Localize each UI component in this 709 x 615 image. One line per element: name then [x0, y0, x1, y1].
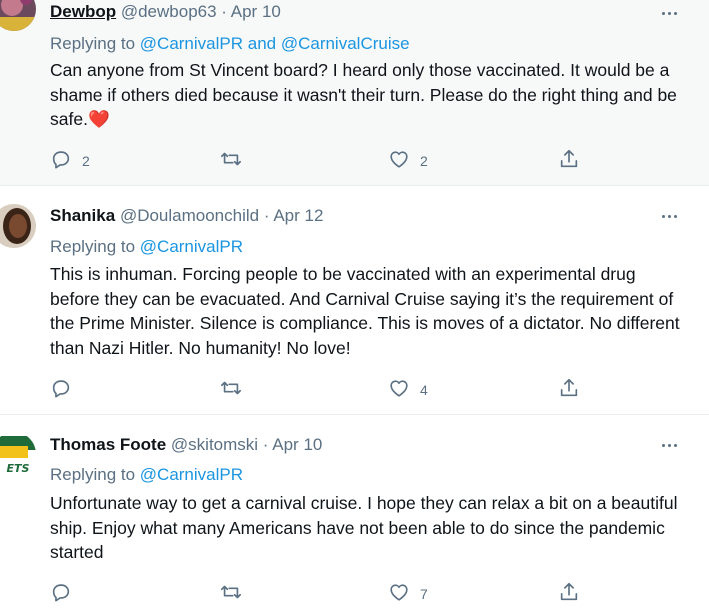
- avatar[interactable]: [0, 204, 36, 248]
- heart-emoji: ❤️: [87, 109, 110, 129]
- tweet-header: Thomas Foote @skitomski · Apr 10: [50, 435, 322, 455]
- reply-icon: [52, 584, 70, 602]
- mention-link[interactable]: @CarnivalPR: [140, 34, 243, 53]
- like-icon: [390, 380, 408, 397]
- author-name[interactable]: Thomas Foote: [50, 435, 166, 454]
- reply-button[interactable]: 2: [50, 147, 90, 171]
- tweet-text: Unfortunate way to get a carnival cruise…: [50, 493, 678, 562]
- separator: ·: [262, 435, 269, 454]
- author-handle[interactable]: @dewbop63: [121, 2, 217, 21]
- like-icon: [390, 584, 408, 601]
- retweet-button[interactable]: [220, 580, 252, 604]
- like-count: 7: [420, 585, 428, 602]
- mention-link[interactable]: @CarnivalCruise: [281, 34, 410, 53]
- retweet-button[interactable]: [220, 376, 252, 400]
- tweet-text: Can anyone from St Vincent board? I hear…: [50, 58, 690, 132]
- like-button[interactable]: 7: [388, 580, 428, 604]
- mention-link[interactable]: @CarnivalPR: [140, 237, 243, 256]
- author-handle[interactable]: @skitomski: [171, 435, 258, 454]
- tweet-actions: 4: [50, 376, 590, 400]
- tweet-date[interactable]: Apr 12: [273, 206, 323, 225]
- tweet-text-content: Can anyone from St Vincent board? I hear…: [50, 60, 677, 129]
- share-button[interactable]: [558, 147, 580, 171]
- like-count: 2: [420, 152, 428, 169]
- author-handle[interactable]: @Doulamoonchild: [120, 206, 259, 225]
- like-icon: [390, 151, 408, 168]
- avatar[interactable]: [0, 0, 36, 31]
- avatar-logo-text: ETS: [7, 462, 30, 475]
- tweet-text: This is inhuman. Forcing people to be va…: [50, 264, 680, 358]
- tweet-dewbop[interactable]: Dewbop @dewbop63 · Apr 10 Replying to @C…: [0, 0, 709, 186]
- retweet-button[interactable]: [220, 147, 252, 171]
- tweet-header: Shanika @Doulamoonchild · Apr 12: [50, 206, 323, 226]
- replying-to: Replying to @CarnivalPR and @CarnivalCru…: [50, 34, 410, 54]
- separator: ·: [263, 206, 270, 225]
- more-icon[interactable]: [659, 206, 679, 226]
- more-icon[interactable]: [659, 3, 679, 23]
- retweet-icon: [221, 152, 241, 166]
- reply-icon: [52, 380, 70, 398]
- reply-button[interactable]: [50, 580, 82, 604]
- replying-to: Replying to @CarnivalPR: [50, 237, 243, 257]
- share-icon: [560, 149, 578, 168]
- tweet-date[interactable]: Apr 10: [231, 2, 281, 21]
- author-name[interactable]: Dewbop: [50, 2, 116, 21]
- replying-to: Replying to @CarnivalPR: [50, 465, 243, 485]
- retweet-icon: [221, 585, 241, 599]
- tweet-date[interactable]: Apr 10: [272, 435, 322, 454]
- tweet-actions: 2 2: [50, 147, 590, 171]
- more-icon[interactable]: [659, 435, 679, 455]
- mention-link[interactable]: @CarnivalPR: [140, 465, 243, 484]
- replying-prefix: Replying to: [50, 465, 140, 484]
- tweet-shanika[interactable]: Shanika @Doulamoonchild · Apr 12 Replyin…: [0, 186, 709, 415]
- avatar[interactable]: ETS: [0, 432, 36, 476]
- tweet-thomas-foote[interactable]: ETS Thomas Foote @skitomski · Apr 10 Rep…: [0, 415, 709, 615]
- share-icon: [560, 378, 578, 397]
- tweet-actions: 7: [50, 580, 590, 604]
- share-icon: [560, 582, 578, 601]
- like-button[interactable]: 4: [388, 376, 428, 400]
- replying-join: and: [243, 34, 281, 53]
- like-count: 4: [420, 381, 428, 398]
- reply-count: 2: [82, 152, 90, 169]
- tweet-header: Dewbop @dewbop63 · Apr 10: [50, 2, 281, 22]
- replying-prefix: Replying to: [50, 237, 140, 256]
- reply-icon: [52, 151, 70, 169]
- share-button[interactable]: [558, 580, 580, 604]
- replying-prefix: Replying to: [50, 34, 140, 53]
- separator: ·: [221, 2, 227, 21]
- reply-button[interactable]: [50, 376, 82, 400]
- retweet-icon: [221, 381, 241, 395]
- author-name[interactable]: Shanika: [50, 206, 115, 225]
- like-button[interactable]: 2: [388, 147, 428, 171]
- share-button[interactable]: [558, 376, 580, 400]
